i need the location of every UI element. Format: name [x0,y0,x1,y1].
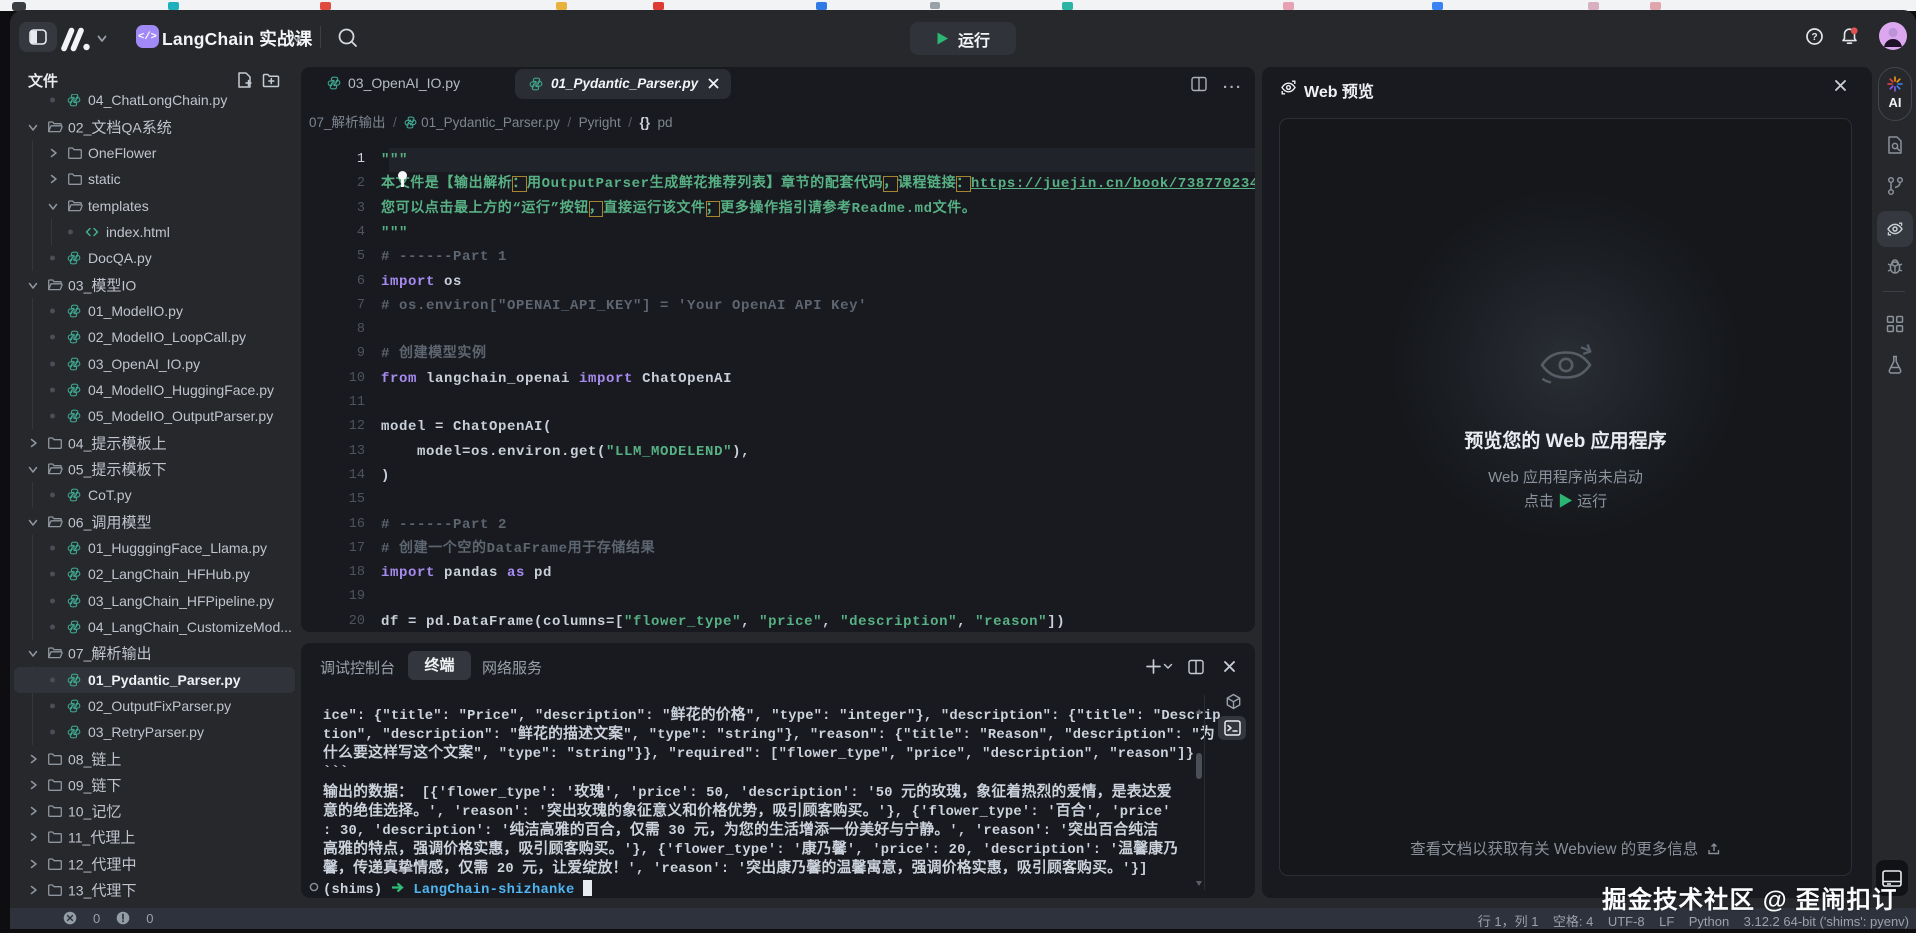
svg-text:?: ? [1811,32,1817,43]
